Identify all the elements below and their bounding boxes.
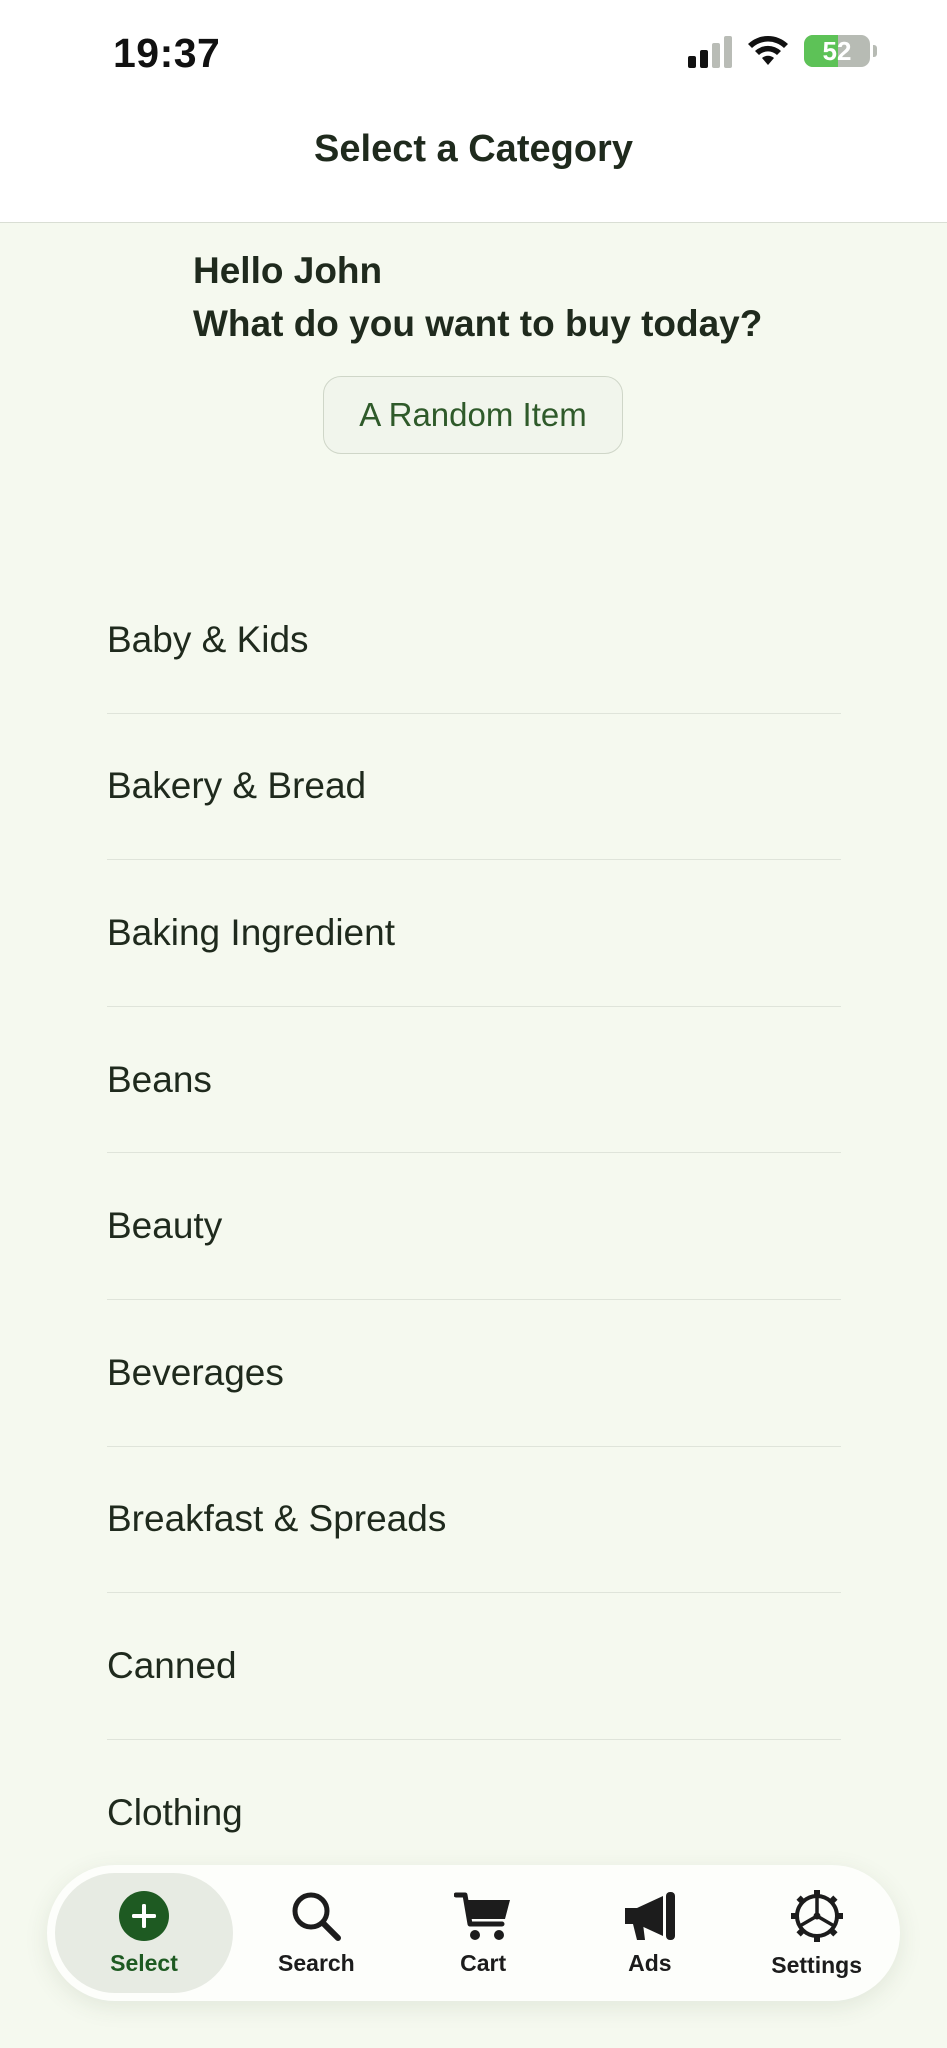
tab-bar: Select Search Cart Ads Settings bbox=[47, 1865, 900, 2001]
tab-cart[interactable]: Cart bbox=[400, 1873, 567, 1993]
tab-search-label: Search bbox=[278, 1949, 355, 1976]
category-item-baking-ingredient[interactable]: Baking Ingredient bbox=[107, 860, 841, 1007]
magnifier-icon bbox=[292, 1892, 342, 1941]
category-item-bakery-bread[interactable]: Bakery & Bread bbox=[107, 714, 841, 861]
tab-select-label: Select bbox=[110, 1949, 178, 1976]
tab-cart-label: Cart bbox=[460, 1949, 507, 1976]
tab-settings[interactable]: Settings bbox=[733, 1873, 900, 1993]
greeting: Hello John What do you want to buy today… bbox=[193, 244, 762, 350]
plus-circle-icon bbox=[119, 1890, 169, 1941]
battery-indicator: 52 bbox=[804, 35, 877, 67]
tab-select[interactable]: Select bbox=[55, 1873, 233, 1993]
category-item-canned[interactable]: Canned bbox=[107, 1593, 841, 1740]
greeting-question: What do you want to buy today? bbox=[193, 303, 763, 344]
category-item-beans[interactable]: Beans bbox=[107, 1007, 841, 1154]
gear-icon bbox=[790, 1889, 843, 1942]
cart-icon bbox=[454, 1892, 511, 1940]
random-item-button[interactable]: A Random Item bbox=[323, 376, 623, 454]
greeting-name: Hello John bbox=[193, 250, 383, 291]
megaphone-icon bbox=[624, 1891, 675, 1940]
status-time: 19:37 bbox=[113, 30, 221, 76]
tab-search[interactable]: Search bbox=[233, 1873, 400, 1993]
tab-ads-label: Ads bbox=[628, 1949, 672, 1976]
battery-level: 52 bbox=[822, 35, 852, 66]
page-title: Select a Category bbox=[314, 128, 633, 170]
tab-ads[interactable]: Ads bbox=[567, 1873, 734, 1993]
category-list: Baby & Kids Bakery & Bread Baking Ingred… bbox=[107, 567, 841, 1886]
top-bar: 19:37 52 Select a Category bbox=[0, 0, 947, 223]
tab-settings-label: Settings bbox=[771, 1951, 862, 1978]
wifi-icon bbox=[748, 36, 788, 65]
status-icons: 52 bbox=[688, 34, 877, 68]
cellular-signal-icon bbox=[688, 34, 732, 68]
category-item-breakfast-spreads[interactable]: Breakfast & Spreads bbox=[107, 1447, 841, 1594]
category-item-beauty[interactable]: Beauty bbox=[107, 1153, 841, 1300]
category-item-beverages[interactable]: Beverages bbox=[107, 1300, 841, 1447]
category-item-baby-kids[interactable]: Baby & Kids bbox=[107, 567, 841, 714]
